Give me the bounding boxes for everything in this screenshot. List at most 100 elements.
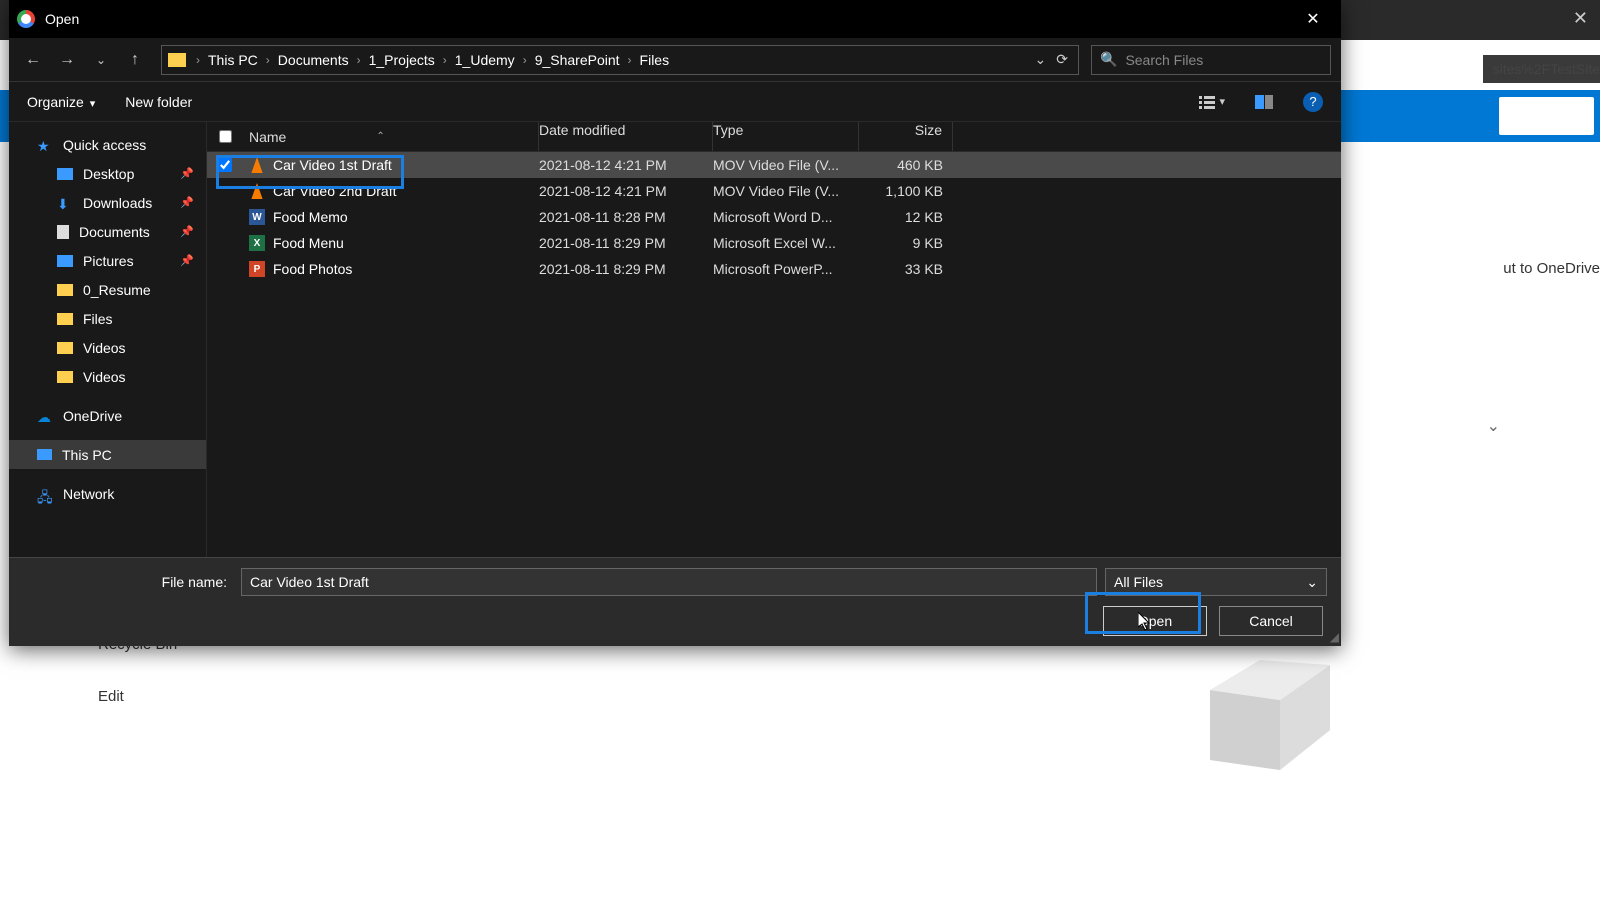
nav-forward-button[interactable]: → [53,46,81,74]
download-icon: ⬇ [57,196,73,210]
sidebar-onedrive[interactable]: ☁ OneDrive [9,401,206,430]
document-icon [57,225,69,239]
column-name-header[interactable]: Name ⌃ [243,122,539,151]
sidebar-quick-access[interactable]: ★ Quick access [9,130,206,159]
nav-up-button[interactable]: ↑ [121,46,149,74]
navigation-bar: ← → ⌄ ↑ › This PC › Documents › 1_Projec… [9,38,1341,82]
file-date-cell: 2021-08-12 4:21 PM [539,157,713,173]
file-name-cell: Car Video 1st Draft [243,157,539,173]
chevron-down-icon[interactable]: ⌄ [1487,416,1500,436]
breadcrumb-files[interactable]: Files [636,52,674,68]
help-button[interactable]: ? [1303,92,1323,112]
sidebar-documents[interactable]: Documents 📌 [9,217,206,246]
column-size-header[interactable]: Size [859,122,953,151]
breadcrumb-this-pc[interactable]: This PC [204,52,262,68]
file-type-cell: Microsoft Word D... [713,209,859,225]
browser-close-icon[interactable]: ✕ [1573,8,1588,29]
column-type-header[interactable]: Type [713,122,859,151]
cloud-icon: ☁ [37,409,53,423]
organize-button[interactable]: Organize ▾ [27,94,95,110]
sort-caret-icon: ⌃ [376,131,384,142]
chevron-down-icon: ▾ [90,98,96,110]
nav-recent-dropdown[interactable]: ⌄ [87,46,115,74]
file-type-cell: MOV Video File (V... [713,183,859,199]
ppt-file-icon: P [249,261,265,277]
sharepoint-search-box[interactable] [1499,97,1594,135]
address-dropdown-icon[interactable]: ⌄ [1035,51,1047,68]
empty-folder-graphic [1180,640,1340,770]
folder-icon [57,371,73,383]
sidebar-videos-1[interactable]: Videos [9,333,206,362]
list-view-icon [1199,95,1215,109]
sidebar-pictures[interactable]: Pictures 📌 [9,246,206,275]
chrome-icon [17,10,35,28]
row-checkbox-cell[interactable] [207,158,243,172]
file-row[interactable]: XFood Menu2021-08-11 8:29 PMMicrosoft Ex… [207,230,1341,256]
breadcrumb-separator: › [194,53,202,67]
sidebar-files[interactable]: Files [9,304,206,333]
file-row[interactable]: PFood Photos2021-08-11 8:29 PMMicrosoft … [207,256,1341,282]
breadcrumb-projects[interactable]: 1_Projects [365,52,439,68]
row-checkbox[interactable] [218,158,232,172]
file-name-input[interactable] [241,568,1097,596]
sidebar-label: Videos [83,369,126,385]
word-file-icon: W [249,209,265,225]
breadcrumb-address-bar[interactable]: › This PC › Documents › 1_Projects › 1_U… [161,45,1079,75]
bg-nav-edit[interactable]: Edit [98,688,124,705]
dialog-close-button[interactable]: ✕ [1293,9,1333,29]
organize-label: Organize [27,94,84,110]
select-all-checkbox[interactable] [219,130,232,143]
breadcrumb-udemy[interactable]: 1_Udemy [451,52,519,68]
file-type-cell: MOV Video File (V... [713,157,859,173]
file-open-dialog: Open ✕ ← → ⌄ ↑ › This PC › Documents › 1… [9,0,1341,646]
breadcrumb-separator: › [521,53,529,67]
new-folder-button[interactable]: New folder [125,94,192,110]
preview-pane-button[interactable] [1255,95,1273,109]
file-size-cell: 9 KB [859,235,953,251]
folder-icon [57,284,73,296]
vlc-file-icon [249,157,265,173]
sidebar-desktop[interactable]: Desktop 📌 [9,159,206,188]
sidebar-label: OneDrive [63,408,122,424]
column-date-header[interactable]: Date modified [539,122,713,151]
breadcrumb-documents[interactable]: Documents [274,52,353,68]
sidebar-downloads[interactable]: ⬇ Downloads 📌 [9,188,206,217]
file-type-select[interactable]: All Files ⌄ [1105,568,1327,596]
sidebar-network[interactable]: 🖧 Network [9,479,206,508]
folder-icon [168,53,186,67]
cancel-button[interactable]: Cancel [1219,606,1323,636]
column-checkbox[interactable] [207,130,243,143]
sidebar-label: Files [83,311,113,327]
dialog-title-bar[interactable]: Open ✕ [9,0,1341,38]
pictures-icon [57,255,73,267]
file-row[interactable]: Car Video 1st Draft2021-08-12 4:21 PMMOV… [207,152,1341,178]
chevron-down-icon: ⌄ [1306,574,1318,591]
file-name-cell: PFood Photos [243,261,539,277]
sidebar-videos-2[interactable]: Videos [9,362,206,391]
open-button[interactable]: Open [1103,606,1207,636]
navigation-sidebar: ★ Quick access Desktop 📌 ⬇ Downloads 📌 D… [9,122,207,557]
pin-icon: 📌 [180,225,194,238]
resize-grip-icon[interactable]: ◢ [1330,630,1339,644]
search-input[interactable]: 🔍 Search Files [1091,45,1331,75]
column-name-label: Name [249,129,286,145]
file-size-cell: 33 KB [859,261,953,277]
file-date-cell: 2021-08-11 8:28 PM [539,209,713,225]
sidebar-label: Videos [83,340,126,356]
sidebar-label: Documents [79,224,150,240]
folder-icon [57,342,73,354]
breadcrumb-sharepoint[interactable]: 9_SharePoint [531,52,624,68]
refresh-icon[interactable]: ⟳ [1056,51,1068,68]
dialog-title: Open [45,11,1293,27]
edit-label: Edit [98,688,124,705]
file-row[interactable]: W Food Memo 2021-08-11 8:28 PMMicrosoft Wo… [207,204,1341,230]
view-options-button[interactable]: ▾ [1199,95,1225,109]
file-name-text: Food Memo [273,209,348,225]
sidebar-this-pc[interactable]: This PC [9,440,206,469]
file-size-cell: 460 KB [859,157,953,173]
dialog-toolbar: Organize ▾ New folder ▾ ? [9,82,1341,122]
file-rows-container: Car Video 1st Draft2021-08-12 4:21 PMMOV… [207,152,1341,282]
file-row[interactable]: Car Video 2nd Draft2021-08-12 4:21 PMMOV… [207,178,1341,204]
sidebar-resume[interactable]: 0_Resume [9,275,206,304]
nav-back-button[interactable]: ← [19,46,47,74]
